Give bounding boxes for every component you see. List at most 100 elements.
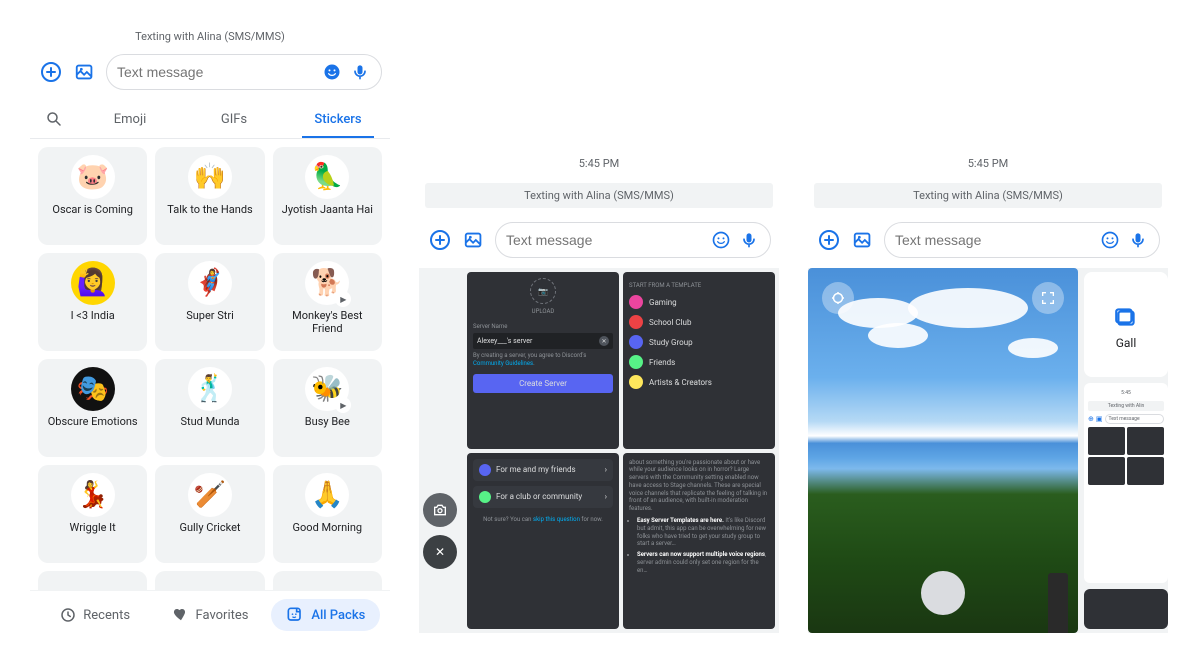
- foreground-object: [1048, 573, 1068, 633]
- sticker-icon: [285, 605, 305, 625]
- server-name-value: Alexey___'s server: [477, 337, 532, 345]
- sticker-thumbnail: 🙋‍♀️: [71, 261, 115, 305]
- side-thumbs: Gall 5:45 Texting with Alin ⊕ ▣ Text mes…: [1084, 268, 1168, 633]
- sticker-thumbnail: 💃: [71, 473, 115, 517]
- mini-add-icon: ⊕: [1088, 415, 1094, 423]
- gallery-label: Gall: [1116, 336, 1137, 350]
- sticker-label: Talk to the Hands: [167, 203, 252, 216]
- mic-icon[interactable]: [349, 61, 371, 83]
- mic-icon[interactable]: [1127, 229, 1149, 251]
- sticker-label: Busy Bee: [305, 415, 350, 428]
- option-icon: [479, 464, 491, 476]
- sticker-grid: 🐷Oscar is Coming 🙌 Talk to the Hands 🦜Jyoti…: [30, 139, 390, 609]
- option-label: For me and my friends: [496, 465, 576, 474]
- sticker-pack[interactable]: 🙋‍♀️I <3 India: [38, 253, 147, 351]
- nav-allpacks[interactable]: All Packs: [271, 599, 380, 631]
- clock-icon: [59, 606, 77, 624]
- sticker-thumbnail: 🙌: [188, 155, 232, 199]
- nav-recents[interactable]: Recents: [40, 600, 149, 630]
- camera-column: ✕: [423, 272, 463, 629]
- tab-stickers[interactable]: Stickers: [286, 102, 390, 137]
- shutter-button[interactable]: [921, 571, 965, 615]
- search-icon[interactable]: [30, 100, 78, 138]
- sticker-thumbnail: 🕺: [188, 367, 232, 411]
- sticker-pack[interactable]: 🙏Good Morning: [273, 465, 382, 563]
- emoji-icon[interactable]: [1099, 229, 1121, 251]
- gallery-icon: [1113, 304, 1139, 330]
- sticker-pack[interactable]: 🦜Jyotish Jaanta Hai: [273, 147, 382, 245]
- add-button[interactable]: [816, 227, 842, 253]
- time-label: 5:45 PM: [419, 25, 779, 180]
- notsure-text: Not sure? You can skip this question for…: [473, 516, 613, 524]
- add-button[interactable]: [38, 59, 64, 85]
- sticker-label: Obscure Emotions: [48, 415, 138, 428]
- gallery-thumb[interactable]: about something you're passionate about …: [623, 453, 775, 630]
- template-label: Friends: [649, 358, 675, 367]
- sticker-label: Super Stri: [186, 309, 234, 322]
- mini-input: Text message: [1105, 414, 1165, 424]
- article-text: about something you're passionate about …: [629, 459, 769, 575]
- gallery-thumb[interactable]: For me and my friends› For a club or com…: [467, 453, 619, 630]
- sticker-pack[interactable]: 🐝▶ Busy Bee: [273, 359, 382, 457]
- sticker-thumbnail: 🎭: [71, 367, 115, 411]
- sticker-pack[interactable]: 💃 Wriggle It: [38, 465, 147, 563]
- image-button[interactable]: [461, 227, 487, 253]
- camera-area: Gall 5:45 Texting with Alin ⊕ ▣ Text mes…: [808, 268, 1168, 633]
- texting-with-label: Texting with Alina (SMS/MMS): [30, 25, 390, 48]
- template-icon: [629, 295, 643, 309]
- camera-viewfinder[interactable]: [808, 268, 1078, 633]
- phone-camera: 5:45 PM Texting with Alina (SMS/MMS): [808, 25, 1168, 645]
- lens-button[interactable]: [822, 282, 854, 314]
- message-input[interactable]: [895, 232, 1093, 248]
- mini-thumb: [1088, 457, 1125, 485]
- nav-allpacks-label: All Packs: [311, 608, 365, 623]
- heart-icon: [172, 606, 190, 624]
- for-option: For me and my friends›: [473, 459, 613, 481]
- fullscreen-button[interactable]: [1032, 282, 1064, 314]
- sticker-pack[interactable]: 🙌 Talk to the Hands: [155, 147, 264, 245]
- sticker-label: Wriggle It: [70, 521, 116, 534]
- gallery-thumb[interactable]: 📷 UPLOAD Server Name Alexey___'s server …: [467, 272, 619, 449]
- side-mini-thumb[interactable]: [1084, 589, 1168, 629]
- template-label: Gaming: [649, 298, 677, 307]
- image-button[interactable]: [850, 227, 876, 253]
- clear-icon: ✕: [599, 336, 609, 346]
- message-input[interactable]: [117, 64, 315, 80]
- template-icon: [629, 335, 643, 349]
- message-input[interactable]: [506, 232, 704, 248]
- camera-button[interactable]: [423, 493, 457, 527]
- sticker-pack[interactable]: 🏏Gully Cricket: [155, 465, 264, 563]
- emoji-icon[interactable]: [710, 229, 732, 251]
- template-icon: [629, 375, 643, 389]
- compose-input-wrap: [884, 222, 1160, 258]
- close-button[interactable]: ✕: [423, 535, 457, 569]
- sticker-pack[interactable]: 🐕▶Monkey's Best Friend: [273, 253, 382, 351]
- side-mini-thumb[interactable]: 5:45 Texting with Alin ⊕ ▣ Text message: [1084, 383, 1168, 583]
- sticker-thumbnail: 🏏: [188, 473, 232, 517]
- gallery-card[interactable]: Gall: [1084, 272, 1168, 377]
- sticker-pack[interactable]: 🦸‍♀️Super Stri: [155, 253, 264, 351]
- tab-emoji[interactable]: Emoji: [78, 102, 182, 137]
- template-row: Study Group: [629, 335, 769, 349]
- tab-gifs[interactable]: GIFs: [182, 102, 286, 137]
- sticker-pack[interactable]: 🕺Stud Munda: [155, 359, 264, 457]
- upload-icon: 📷: [530, 278, 556, 304]
- mic-icon[interactable]: [738, 229, 760, 251]
- sticker-pack[interactable]: 🎭 Obscure Emotions: [38, 359, 147, 457]
- phone-gallery: 5:45 PM Texting with Alina (SMS/MMS) ✕: [419, 25, 779, 645]
- sticker-label: Jyotish Jaanta Hai: [282, 203, 373, 216]
- play-icon: ▶: [335, 397, 351, 413]
- sticker-pack[interactable]: 🐷Oscar is Coming: [38, 147, 147, 245]
- sticker-thumbnail: 🐝▶: [305, 367, 349, 411]
- gallery-thumb[interactable]: START FROM A TEMPLATE GamingSchool ClubS…: [623, 272, 775, 449]
- nav-favorites-label: Favorites: [196, 608, 249, 623]
- play-icon: ▶: [335, 291, 351, 307]
- template-row: School Club: [629, 315, 769, 329]
- template-label: Artists & Creators: [649, 378, 712, 387]
- image-button[interactable]: [72, 59, 98, 85]
- add-button[interactable]: [427, 227, 453, 253]
- nav-favorites[interactable]: Favorites: [155, 600, 264, 630]
- server-name-row: Alexey___'s server ✕: [473, 333, 613, 349]
- mini-thumb: [1127, 427, 1164, 455]
- emoji-icon[interactable]: [321, 61, 343, 83]
